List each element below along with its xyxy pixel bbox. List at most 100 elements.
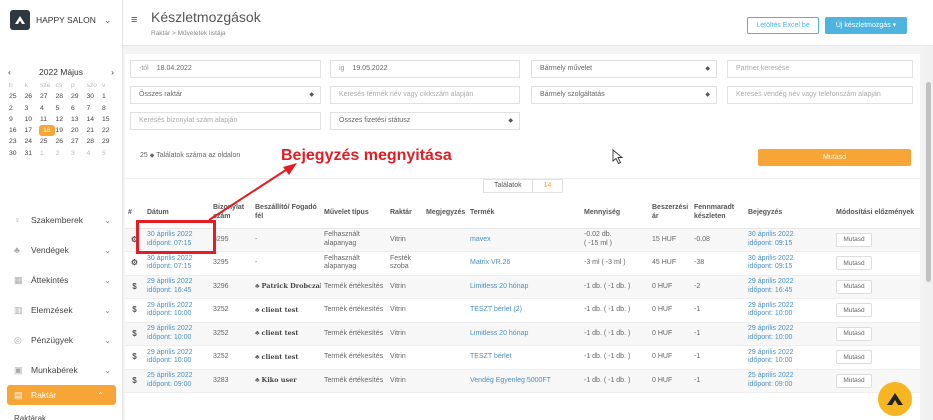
calendar-day[interactable]: 5 bbox=[101, 148, 117, 159]
calendar-day[interactable]: 31 bbox=[24, 148, 40, 159]
calendar-day[interactable]: 26 bbox=[55, 136, 71, 147]
calendar-prev-icon[interactable]: ‹ bbox=[8, 67, 11, 77]
receipt-search-input[interactable]: Keresés bizonylat szám alapján bbox=[130, 112, 321, 130]
calendar-day[interactable]: 30 bbox=[86, 91, 102, 102]
calendar-day[interactable]: 2 bbox=[8, 103, 24, 114]
calendar-day[interactable]: 27 bbox=[39, 91, 55, 102]
calendar-day[interactable]: 23 bbox=[8, 136, 24, 147]
entry-date-link[interactable]: 29 április 2022 időpont: 10:00 bbox=[144, 345, 210, 370]
calendar-day[interactable]: 13 bbox=[70, 114, 86, 125]
calendar-month[interactable]: 2022 Május bbox=[39, 67, 83, 77]
product-link[interactable]: Matrix VR.26 bbox=[467, 251, 581, 276]
record-date-link[interactable]: 29 április 2022 időpont: 10:00 bbox=[745, 298, 833, 323]
date-to-input[interactable]: ig 19.05.2022 bbox=[330, 60, 520, 78]
nav-szakemberek[interactable]: ♀ Szakemberek ⌄ bbox=[0, 205, 123, 235]
page-scrollbar[interactable] bbox=[924, 46, 933, 420]
payment-status-select[interactable]: Összes fizetési státusz ◆ bbox=[330, 112, 520, 130]
calendar-day[interactable]: 27 bbox=[70, 136, 86, 147]
nav-sub-raktarak[interactable]: Raktárak bbox=[0, 409, 123, 420]
product-link[interactable]: TESZT bérlet (2) bbox=[467, 298, 581, 323]
calendar-day[interactable]: 11 bbox=[39, 114, 55, 125]
record-date-link[interactable]: 25 április 2022 időpont: 09:00 bbox=[745, 369, 833, 393]
calendar-day[interactable]: 29 bbox=[101, 136, 117, 147]
calendar-day[interactable]: 25 bbox=[39, 136, 55, 147]
calendar-day[interactable]: 12 bbox=[55, 114, 71, 125]
calendar-day[interactable]: 29 bbox=[70, 91, 86, 102]
calendar-day[interactable]: 14 bbox=[86, 114, 102, 125]
calendar-day[interactable]: 1 bbox=[101, 91, 117, 102]
calendar-day[interactable]: 5 bbox=[55, 103, 71, 114]
excel-export-button[interactable]: Letöltés Excel be bbox=[747, 17, 819, 34]
new-stock-movement-button[interactable]: Új készletmozgás ▾ bbox=[825, 17, 907, 34]
calendar-day[interactable]: 28 bbox=[55, 91, 71, 102]
entry-date-link[interactable]: 29 április 2022 időpont: 10:00 bbox=[144, 298, 210, 323]
history-show-button[interactable]: Mutasd bbox=[836, 232, 872, 247]
client-search-input[interactable]: Keresés vendég név vagy telefonszám alap… bbox=[727, 86, 913, 104]
calendar-day-selected[interactable]: 18 bbox=[39, 125, 55, 137]
calendar-day[interactable]: 3 bbox=[70, 148, 86, 159]
product-link[interactable]: TESZT bérlet bbox=[467, 345, 581, 370]
partner-search-input[interactable]: Partner keresése bbox=[727, 60, 913, 78]
nav-munkaberek[interactable]: ▣ Munkabérek ⌄ bbox=[0, 355, 123, 385]
brand-switcher[interactable]: HAPPY SALON ⌄ bbox=[0, 0, 122, 40]
nav-penzugyek[interactable]: ◎ Pénzügyek ⌄ bbox=[0, 325, 123, 355]
entry-date-link[interactable]: 29 április 2022 időpont: 16:45 bbox=[144, 275, 210, 299]
calendar-day[interactable]: 4 bbox=[39, 103, 55, 114]
nav-vendegek[interactable]: ♣ Vendégek ⌄ bbox=[0, 235, 123, 265]
history-show-button[interactable]: Mutasd bbox=[836, 350, 872, 365]
product-search-input[interactable]: Keresés termék név vagy cikkszám alapján bbox=[330, 86, 520, 104]
calendar-day[interactable]: 7 bbox=[86, 103, 102, 114]
scrollbar-thumb[interactable] bbox=[926, 82, 931, 282]
record-date-link[interactable]: 30 április 2022 időpont: 09:15 bbox=[745, 228, 833, 252]
date-from-input[interactable]: -tól 18.04.2022 bbox=[130, 60, 321, 78]
calendar-day[interactable]: 15 bbox=[101, 114, 117, 125]
history-show-button[interactable]: Mutasd bbox=[836, 373, 872, 388]
record-date-link[interactable]: 29 április 2022 időpont: 16:45 bbox=[745, 275, 833, 299]
calendar-day[interactable]: 16 bbox=[8, 125, 24, 136]
product-link[interactable]: mavex bbox=[467, 228, 581, 252]
product-link[interactable]: Vendég Egyenleg 5000FT bbox=[467, 369, 581, 393]
record-date-link[interactable]: 29 április 2022 időpont: 10:00 bbox=[745, 322, 833, 346]
entry-date-link[interactable]: 25 április 2022 időpont: 09:00 bbox=[144, 369, 210, 393]
entry-date-link[interactable]: 30 április 2022 időpont: 07:15 bbox=[144, 251, 210, 276]
calendar-day[interactable]: 21 bbox=[86, 125, 102, 136]
history-show-button[interactable]: Mutasd bbox=[836, 279, 872, 294]
nav-elemzesek[interactable]: ▥ Elemzések ⌄ bbox=[0, 295, 123, 325]
calendar-day[interactable]: 28 bbox=[86, 136, 102, 147]
product-link[interactable]: Limitless 20 hónap bbox=[467, 322, 581, 346]
entry-date-link[interactable]: 29 április 2022 időpont: 10:00 bbox=[144, 322, 210, 346]
calendar-day[interactable]: 4 bbox=[86, 148, 102, 159]
calendar-day[interactable]: 22 bbox=[101, 125, 117, 136]
calendar-day[interactable]: 8 bbox=[101, 103, 117, 114]
history-show-button[interactable]: Mutasd bbox=[836, 303, 872, 318]
calendar-day[interactable]: 17 bbox=[24, 125, 40, 136]
help-button[interactable] bbox=[878, 382, 912, 416]
breadcrumb-raktar[interactable]: Raktár bbox=[151, 30, 170, 37]
calendar-day[interactable]: 6 bbox=[70, 103, 86, 114]
product-link[interactable]: Limitless 20 hónap bbox=[467, 275, 581, 299]
calendar-day[interactable]: 10 bbox=[24, 114, 40, 125]
per-page-control[interactable]: 25 ◆ Találatok száma az oldalon bbox=[140, 152, 240, 159]
record-date-link[interactable]: 29 április 2022 időpont: 10:00 bbox=[745, 345, 833, 370]
service-select[interactable]: Bármely szolgáltatás ◆ bbox=[531, 86, 717, 104]
calendar-day[interactable]: 9 bbox=[8, 114, 24, 125]
history-show-button[interactable]: Mutasd bbox=[836, 256, 872, 271]
calendar-day[interactable]: 30 bbox=[8, 148, 24, 159]
calendar-next-icon[interactable]: › bbox=[111, 67, 114, 77]
menu-icon[interactable]: ≡ bbox=[131, 14, 137, 26]
calendar-day[interactable]: 3 bbox=[24, 103, 40, 114]
show-button[interactable]: Mutasd bbox=[758, 149, 911, 166]
nav-attekintes[interactable]: ▦ Áttekintés ⌄ bbox=[0, 265, 123, 295]
calendar-day[interactable]: 24 bbox=[24, 136, 40, 147]
calendar-day[interactable]: 1 bbox=[39, 148, 55, 159]
calendar-day[interactable]: 20 bbox=[70, 125, 86, 136]
calendar-day[interactable]: 2 bbox=[55, 148, 71, 159]
operation-select[interactable]: Bármely művelet ◆ bbox=[531, 60, 717, 78]
calendar-day[interactable]: 26 bbox=[24, 91, 40, 102]
nav-raktar[interactable]: ▤ Raktár ⌃ bbox=[7, 385, 116, 405]
calendar-day[interactable]: 25 bbox=[8, 91, 24, 102]
record-date-link[interactable]: 30 április 2022 időpont: 09:15 bbox=[745, 251, 833, 276]
warehouse-select[interactable]: Összes raktár ◆ bbox=[130, 86, 321, 104]
calendar-day[interactable]: 19 bbox=[55, 125, 71, 136]
history-show-button[interactable]: Mutasd bbox=[836, 326, 872, 341]
